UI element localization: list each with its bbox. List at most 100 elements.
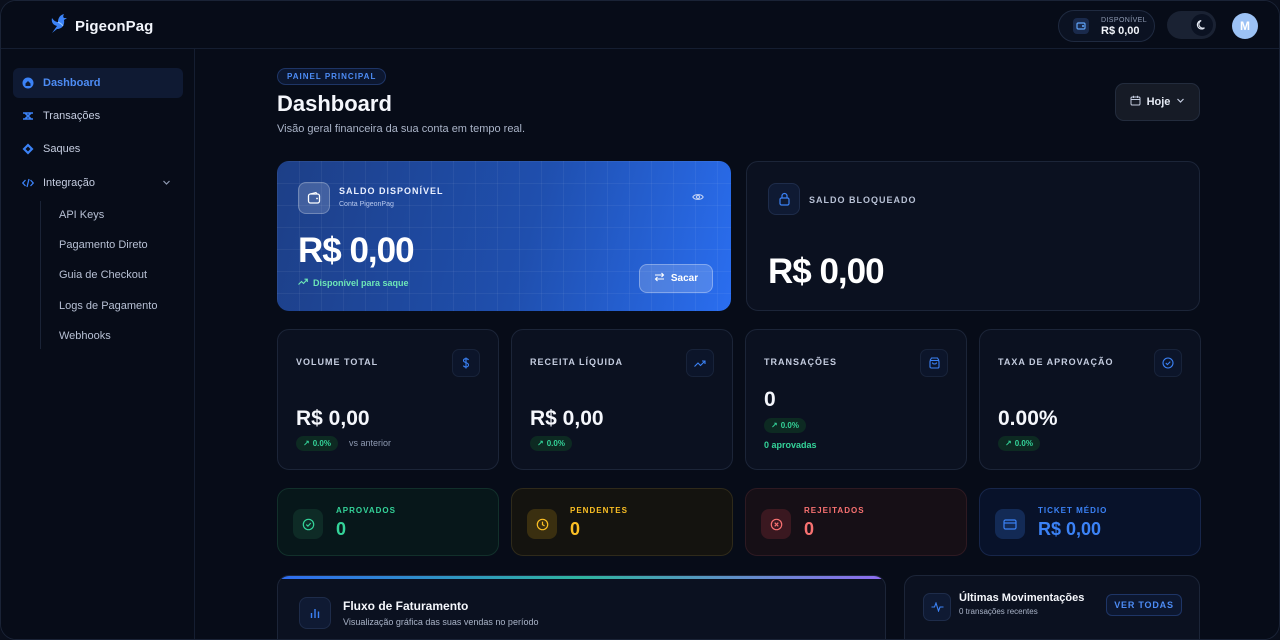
- bar-chart-icon: [299, 597, 331, 629]
- activity-icon: [923, 593, 951, 621]
- date-filter-button[interactable]: Hoje: [1115, 83, 1200, 121]
- logo[interactable]: PigeonPag: [49, 13, 153, 40]
- status-value: 0: [804, 519, 815, 539]
- status-value: 0: [336, 519, 347, 539]
- eye-icon[interactable]: [692, 189, 704, 207]
- sidebar-item-label: Integração: [43, 177, 95, 189]
- status-title: APROVADOS: [336, 506, 396, 515]
- credit-card-icon: [995, 509, 1025, 539]
- stat-title: RECEITA LÍQUIDA: [530, 357, 623, 367]
- change-chip: ↗ 0.0%: [764, 418, 806, 433]
- shopping-bag-icon: [920, 349, 948, 377]
- page-subtitle: Visão geral financeira da sua conta em t…: [277, 123, 526, 135]
- sidebar-item-dashboard[interactable]: Dashboard: [13, 68, 183, 98]
- change-chip: ↗ 0.0%: [998, 436, 1040, 451]
- status-value: R$ 0,00: [1038, 519, 1102, 539]
- latest-movements-card: Últimas Movimentações 0 transações recen…: [904, 575, 1200, 639]
- swap-icon: [654, 272, 665, 285]
- check-circle-icon: [1154, 349, 1182, 377]
- status-title: REJEITADOS: [804, 506, 865, 515]
- gradient-accent-bar: [278, 576, 885, 579]
- blocked-balance-amount: R$ 0,00: [768, 252, 885, 291]
- stat-card-transacoes: TRANSAÇÕES 0 ↗ 0.0% 0 aprovadas: [745, 329, 967, 470]
- view-all-button[interactable]: VER TODAS: [1106, 594, 1182, 616]
- chevron-down-icon: [162, 178, 171, 190]
- app-window: PigeonPag DISPONÍVEL R$ 0,00 M Dashboard: [0, 0, 1280, 640]
- check-circle-icon: [293, 509, 323, 539]
- sidebar-subitem-api-keys[interactable]: API Keys: [59, 209, 104, 221]
- sidebar-item-label: Transações: [43, 110, 101, 122]
- clock-icon: [527, 509, 557, 539]
- availability-label: Disponível para saque: [313, 278, 409, 288]
- sidebar-item-transacoes[interactable]: Transações: [13, 101, 183, 131]
- card-title: SALDO DISPONÍVEL: [339, 186, 444, 196]
- card-subtitle: Conta PigeonPag: [339, 201, 394, 208]
- stat-value: R$ 0,00: [530, 407, 604, 430]
- change-chip: ↗ 0.0%: [296, 436, 338, 451]
- chevron-down-icon: [1176, 96, 1185, 108]
- trend-up-icon: [298, 278, 308, 288]
- stat-card-volume-total: VOLUME TOTAL R$ 0,00 ↗ 0.0% vs anterior: [277, 329, 499, 470]
- diamond-icon: [22, 143, 34, 155]
- status-card-rejeitados: REJEITADOS 0: [745, 488, 967, 556]
- wallet-icon: [1073, 18, 1089, 34]
- pigeon-logo-icon: [49, 13, 69, 40]
- arrow-up-right-icon: ↗: [537, 439, 544, 448]
- sidebar-subitem-pagamento-direto[interactable]: Pagamento Direto: [59, 239, 148, 251]
- card-title: Últimas Movimentações: [959, 592, 1085, 604]
- availability-status: Disponível para saque: [298, 278, 409, 288]
- sidebar-subitem-webhooks[interactable]: Webhooks: [59, 330, 111, 342]
- stat-card-taxa-aprovacao: TAXA DE APROVAÇÃO 0.00% ↗ 0.0%: [979, 329, 1201, 470]
- sidebar-item-label: Dashboard: [43, 77, 101, 89]
- change-value: 0.0%: [780, 421, 799, 430]
- transactions-icon: [22, 110, 34, 122]
- section-badge: PAINEL PRINCIPAL: [277, 68, 387, 85]
- arrow-up-right-icon: ↗: [1005, 439, 1012, 448]
- card-title: SALDO BLOQUEADO: [809, 195, 917, 205]
- avatar[interactable]: M: [1232, 13, 1258, 39]
- home-icon: [22, 77, 34, 89]
- stat-title: TRANSAÇÕES: [764, 357, 838, 367]
- status-title: TICKET MÉDIO: [1038, 506, 1108, 515]
- card-subtitle: 0 transações recentes: [959, 607, 1038, 616]
- stat-title: VOLUME TOTAL: [296, 357, 379, 367]
- code-icon: [22, 177, 34, 189]
- withdraw-button-label: Sacar: [670, 273, 699, 284]
- change-value: 0.0%: [1014, 439, 1033, 448]
- card-title: Fluxo de Faturamento: [343, 599, 469, 613]
- calendar-icon: [1130, 95, 1141, 109]
- card-subtitle: Visualização gráfica das suas vendas no …: [343, 617, 539, 627]
- trend-up-icon: [686, 349, 714, 377]
- stat-value: R$ 0,00: [296, 407, 370, 430]
- sidebar-item-integracao[interactable]: Integração: [13, 168, 183, 198]
- status-card-ticket-medio: TICKET MÉDIO R$ 0,00: [979, 488, 1201, 556]
- app-name: PigeonPag: [75, 18, 154, 35]
- stat-card-receita-liquida: RECEITA LÍQUIDA R$ 0,00 ↗ 0.0%: [511, 329, 733, 470]
- available-balance-card: SALDO DISPONÍVEL Conta PigeonPag R$ 0,00…: [277, 161, 731, 311]
- status-card-aprovados: APROVADOS 0: [277, 488, 499, 556]
- status-card-pendentes: PENDENTES 0: [511, 488, 733, 556]
- sidebar-item-saques[interactable]: Saques: [13, 134, 183, 164]
- withdraw-button[interactable]: Sacar: [639, 264, 713, 293]
- stat-value: 0: [764, 388, 776, 411]
- stat-title: TAXA DE APROVAÇÃO: [998, 357, 1114, 367]
- revenue-flow-card: Fluxo de Faturamento Visualização gráfic…: [277, 575, 886, 639]
- balance-pill-label: DISPONÍVEL: [1101, 16, 1148, 24]
- date-filter-label: Hoje: [1146, 96, 1171, 108]
- arrow-up-right-icon: ↗: [771, 421, 778, 430]
- blocked-balance-card: SALDO BLOQUEADO R$ 0,00: [746, 161, 1200, 311]
- status-value: 0: [570, 519, 581, 539]
- available-balance-amount: R$ 0,00: [298, 231, 415, 270]
- lock-icon: [768, 183, 800, 215]
- theme-toggle[interactable]: [1167, 11, 1216, 39]
- approved-count-note: 0 aprovadas: [764, 440, 817, 450]
- top-bar: PigeonPag DISPONÍVEL R$ 0,00 M: [1, 1, 1279, 49]
- comparison-note: vs anterior: [349, 438, 392, 448]
- balance-pill[interactable]: DISPONÍVEL R$ 0,00: [1058, 10, 1155, 42]
- sidebar-item-label: Saques: [43, 143, 81, 155]
- sidebar: Dashboard Transações Saques Integração A…: [1, 49, 195, 639]
- sidebar-subitem-guia-checkout[interactable]: Guia de Checkout: [59, 269, 147, 281]
- wallet-icon: [298, 182, 330, 214]
- sidebar-subitem-logs-pagamento[interactable]: Logs de Pagamento: [59, 300, 157, 312]
- change-chip: ↗ 0.0%: [530, 436, 572, 451]
